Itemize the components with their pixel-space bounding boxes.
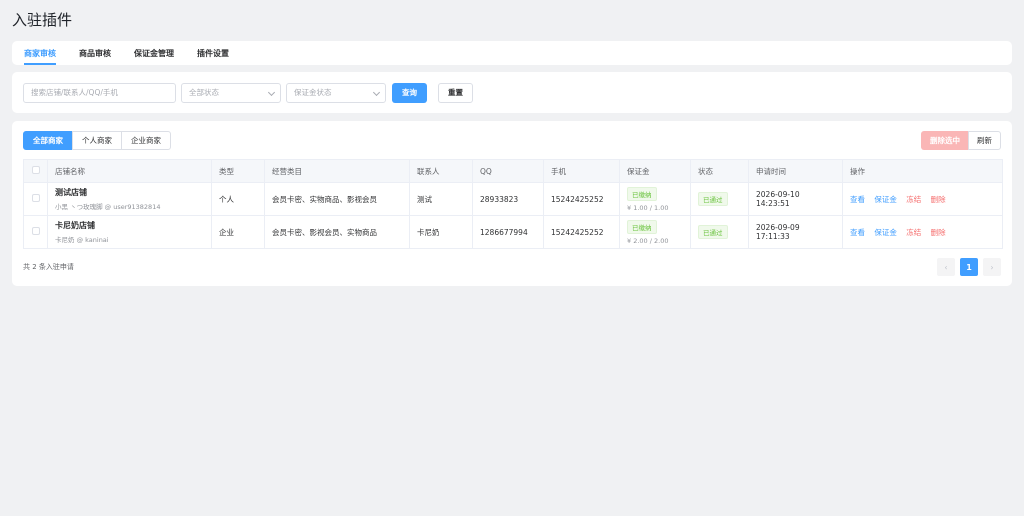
delete-selected-button[interactable]: 删除选中 — [921, 131, 969, 150]
applied-at-cell: 2026-09-09 17:11:33 — [748, 215, 843, 249]
col-actions: 操作 — [842, 159, 1003, 183]
query-button[interactable]: 查询 — [392, 82, 427, 103]
col-contact: 联系人 — [409, 159, 473, 183]
qq-cell: 28933823 — [472, 182, 544, 216]
view-link[interactable]: 查看 — [850, 195, 865, 204]
segment-all-merchants[interactable]: 全部商家 — [23, 131, 73, 150]
col-qq: QQ — [472, 159, 544, 183]
table-footer: 共 2 条入驻申请 ‹ 1 › — [23, 258, 1001, 276]
store-cell: 测试店铺 小黑 丶つ玫瑰脚 @ user91382814 — [47, 182, 212, 216]
delete-link[interactable]: 删除 — [931, 195, 946, 204]
page-1-button[interactable]: 1 — [960, 258, 978, 276]
status-badge: 已通过 — [698, 192, 728, 206]
page-title: 入驻插件 — [12, 11, 73, 29]
col-store-name: 店铺名称 — [47, 159, 212, 183]
next-page-button[interactable]: › — [983, 258, 1001, 276]
segment-personal-merchants[interactable]: 个人商家 — [72, 131, 122, 150]
contact-cell: 测试 — [409, 182, 473, 216]
table-header-row: 店铺名称 类型 经营类目 联系人 QQ 手机 保证金 状态 申请时间 操作 — [23, 159, 1003, 183]
deposit-status-badge: 已缴纳 — [627, 219, 657, 234]
row-checkbox[interactable] — [31, 194, 40, 202]
tab-deposit-management[interactable]: 保证金管理 — [134, 41, 174, 65]
status-badge: 已通过 — [698, 225, 728, 239]
reset-button[interactable]: 重置 — [438, 82, 473, 103]
table-row: 卡尼奶店铺 卡尼奶 @ kaninai 企业 会员卡密、影视会员、实物商品 卡尼… — [23, 215, 1003, 249]
status-select-placeholder: 全部状态 — [189, 88, 219, 97]
table-row: 测试店铺 小黑 丶つ玫瑰脚 @ user91382814 个人 会员卡密、实物商… — [23, 182, 1003, 216]
contact-cell: 卡尼奶 — [409, 215, 473, 249]
col-type: 类型 — [211, 159, 265, 183]
merchant-type-segment: 全部商家 个人商家 企业商家 — [23, 131, 171, 151]
row-checkbox[interactable] — [31, 227, 40, 235]
select-all-checkbox[interactable] — [31, 166, 40, 174]
deposit-amount: ¥ 2.00 / 2.00 — [627, 236, 669, 245]
deposit-cell: 已缴纳 ¥ 2.00 / 2.00 — [619, 215, 691, 249]
deposit-status-badge: 已缴纳 — [627, 186, 657, 201]
chevron-down-icon — [267, 88, 276, 96]
store-owner: 小黑 丶つ玫瑰脚 @ user91382814 — [55, 203, 161, 211]
select-all-cell — [23, 159, 48, 183]
qq-cell: 1286677994 — [472, 215, 544, 249]
freeze-link[interactable]: 冻结 — [906, 195, 921, 204]
phone-cell: 15242425252 — [543, 215, 620, 249]
actions-cell: 查看 保证金 冻结 删除 — [842, 182, 1003, 216]
type-cell: 企业 — [211, 215, 265, 249]
status-cell: 已通过 — [690, 182, 749, 216]
prev-page-button[interactable]: ‹ — [937, 258, 955, 276]
freeze-link[interactable]: 冻结 — [906, 228, 921, 237]
deposit-select-placeholder: 保证金状态 — [294, 88, 332, 97]
filter-bar: 搜索店铺/联系人/QQ/手机 全部状态 保证金状态 查询 重置 — [12, 72, 1012, 113]
category-cell: 会员卡密、影视会员、实物商品 — [264, 215, 410, 249]
col-applied-at: 申请时间 — [748, 159, 843, 183]
pagination: ‹ 1 › — [932, 258, 1001, 276]
deposit-amount: ¥ 1.00 / 1.00 — [627, 203, 669, 212]
col-deposit: 保证金 — [619, 159, 691, 183]
tab-plugin-settings[interactable]: 插件设置 — [197, 41, 229, 65]
actions-cell: 查看 保证金 冻结 删除 — [842, 215, 1003, 249]
row-select-cell — [23, 215, 48, 249]
right-tools: 删除选中 刷新 — [921, 131, 1001, 151]
toolbar: 全部商家 个人商家 企业商家 删除选中 刷新 — [23, 131, 1001, 151]
col-category: 经营类目 — [264, 159, 410, 183]
merchant-panel: 全部商家 个人商家 企业商家 删除选中 刷新 店铺名称 类型 经营类目 联系人 … — [12, 121, 1012, 286]
col-phone: 手机 — [543, 159, 620, 183]
deposit-cell: 已缴纳 ¥ 1.00 / 1.00 — [619, 182, 691, 216]
total-count: 共 2 条入驻申请 — [23, 263, 74, 271]
store-owner: 卡尼奶 @ kaninai — [55, 236, 109, 244]
refresh-button[interactable]: 刷新 — [968, 131, 1001, 150]
phone-cell: 15242425252 — [543, 182, 620, 216]
deposit-link[interactable]: 保证金 — [874, 228, 897, 237]
segment-enterprise-merchants[interactable]: 企业商家 — [121, 131, 171, 150]
merchant-table: 店铺名称 类型 经营类目 联系人 QQ 手机 保证金 状态 申请时间 操作 测试… — [23, 159, 1003, 249]
search-input[interactable]: 搜索店铺/联系人/QQ/手机 — [23, 82, 176, 103]
tab-product-review[interactable]: 商品审核 — [79, 41, 111, 65]
row-select-cell — [23, 182, 48, 216]
tab-bar: 商家审核 商品审核 保证金管理 插件设置 — [12, 41, 1012, 65]
view-link[interactable]: 查看 — [850, 228, 865, 237]
applied-at-cell: 2026-09-10 14:23:51 — [748, 182, 843, 216]
deposit-link[interactable]: 保证金 — [874, 195, 897, 204]
type-cell: 个人 — [211, 182, 265, 216]
store-name: 测试店铺 — [55, 188, 87, 197]
category-cell: 会员卡密、实物商品、影视会员 — [264, 182, 410, 216]
status-select[interactable]: 全部状态 — [181, 82, 281, 103]
store-cell: 卡尼奶店铺 卡尼奶 @ kaninai — [47, 215, 212, 249]
chevron-down-icon — [372, 88, 381, 96]
col-status: 状态 — [690, 159, 749, 183]
page: 入驻插件 商家审核 商品审核 保证金管理 插件设置 搜索店铺/联系人/QQ/手机… — [0, 0, 1024, 286]
status-cell: 已通过 — [690, 215, 749, 249]
deposit-status-select[interactable]: 保证金状态 — [286, 82, 386, 103]
tab-merchant-review[interactable]: 商家审核 — [24, 41, 56, 65]
delete-link[interactable]: 删除 — [931, 228, 946, 237]
store-name: 卡尼奶店铺 — [55, 221, 95, 230]
